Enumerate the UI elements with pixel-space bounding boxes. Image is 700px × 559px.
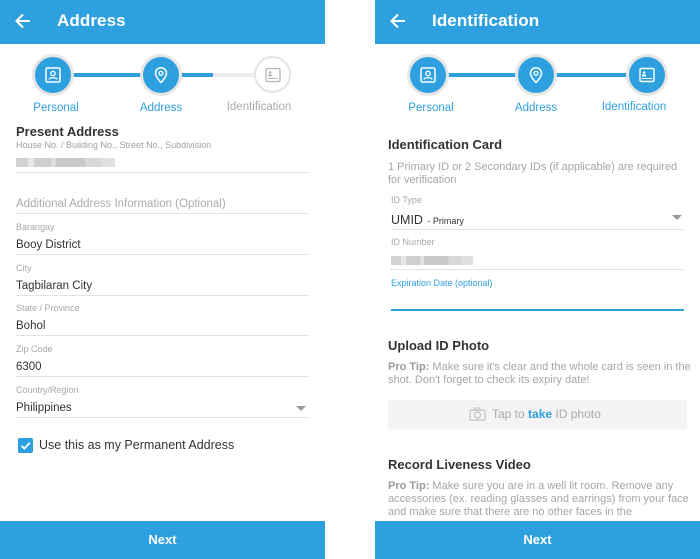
id-type-suffix: - Primary [427, 216, 464, 226]
field-underline [16, 335, 309, 336]
step-label-address: Address [139, 102, 183, 114]
button-text-emphasis: take [528, 407, 553, 421]
step-label-personal: Personal [408, 102, 454, 114]
next-button[interactable]: Next [375, 521, 700, 559]
page-title: Address [57, 11, 126, 30]
step-identification[interactable] [254, 56, 291, 93]
field-underline [391, 229, 684, 230]
step-address[interactable] [518, 57, 554, 93]
additional-address-input[interactable]: Additional Address Information (Optional… [16, 198, 226, 210]
step-identification[interactable] [629, 57, 665, 93]
next-button[interactable]: Next [0, 521, 325, 559]
permanent-address-checkbox[interactable] [18, 438, 33, 453]
zip-code-label: Zip Code [16, 344, 53, 354]
province-input[interactable]: Bohol [16, 320, 45, 332]
house-address-field[interactable] [16, 150, 309, 174]
field-underline [16, 254, 309, 255]
liveness-tip: Pro Tip: Make sure you are in a well lit… [388, 480, 693, 519]
location-pin-icon [154, 67, 168, 84]
field-underline [391, 269, 684, 270]
id-number-label: ID Number [391, 237, 435, 247]
id-type-value: UMID [391, 213, 423, 227]
page-title: Identification [432, 11, 540, 30]
identification-screen: Identification Personal Address Identifi… [375, 0, 700, 559]
step-address[interactable] [143, 57, 179, 93]
upload-tip-text: Make sure it's clear and the whole card … [388, 361, 691, 386]
button-text-post: ID photo [552, 407, 601, 421]
checkmark-icon [20, 442, 31, 450]
chevron-down-icon[interactable] [296, 406, 306, 411]
expiration-date-input[interactable] [391, 290, 684, 310]
step-label-address: Address [514, 102, 558, 114]
location-pin-icon [529, 67, 543, 84]
step-connector [70, 73, 152, 77]
progress-stepper: Personal Address Identification [375, 44, 700, 120]
take-id-photo-label: Tap to take ID photo [492, 407, 601, 421]
camera-icon [469, 407, 486, 421]
redacted-value [391, 256, 473, 265]
app-bar: Address [0, 0, 325, 44]
step-label-identification: Identification [601, 101, 667, 113]
redacted-value [16, 158, 115, 167]
app-bar: Identification [375, 0, 700, 44]
chevron-down-icon[interactable] [672, 215, 682, 220]
id-badge-icon [45, 67, 61, 83]
expiration-date-label: Expiration Date (optional) [391, 278, 493, 288]
arrow-left-icon[interactable] [14, 10, 32, 32]
upload-tip: Pro Tip: Make sure it's clear and the wh… [388, 361, 693, 387]
field-underline [16, 213, 309, 214]
barangay-input[interactable]: Booy District [16, 239, 81, 251]
id-type-label: ID Type [391, 195, 422, 205]
country-select[interactable]: Philippines [16, 402, 72, 414]
step-label-identification: Identification [226, 101, 292, 113]
province-label: State / Province [16, 303, 80, 313]
house-hint: House No. / Building No., Street No., Su… [16, 140, 212, 150]
liveness-tip-text: Make sure you are in a well lit room. Re… [388, 480, 689, 518]
step-connector-progress [176, 73, 213, 77]
field-underline-focused [391, 309, 684, 311]
id-number-input[interactable] [391, 252, 684, 268]
step-connector [445, 73, 527, 77]
section-title-present-address: Present Address [16, 124, 119, 139]
pro-tip-prefix: Pro Tip: [388, 480, 430, 492]
field-underline [16, 172, 309, 173]
city-input[interactable]: Tagbilaran City [16, 280, 92, 292]
barangay-label: Barangay [16, 222, 55, 232]
section-title-upload-id-photo: Upload ID Photo [388, 338, 490, 353]
progress-stepper: Personal Address Identification [0, 44, 325, 120]
field-underline [16, 376, 309, 377]
arrow-left-icon[interactable] [389, 10, 407, 32]
pro-tip-prefix: Pro Tip: [388, 361, 430, 373]
step-personal[interactable] [35, 57, 71, 93]
field-underline [16, 417, 309, 418]
id-type-select[interactable]: UMID - Primary [391, 211, 684, 229]
step-label-personal: Personal [33, 102, 79, 114]
take-id-photo-button[interactable]: Tap to take ID photo [388, 400, 687, 429]
id-card-icon [265, 67, 281, 83]
zip-code-input[interactable]: 6300 [16, 361, 42, 373]
city-label: City [16, 263, 32, 273]
id-card-description: 1 Primary ID or 2 Secondary IDs (if appl… [388, 161, 678, 186]
step-connector [551, 73, 633, 77]
permanent-address-label: Use this as my Permanent Address [39, 438, 235, 452]
field-underline [16, 295, 309, 296]
id-badge-icon [420, 67, 436, 83]
id-card-icon [639, 67, 655, 83]
section-title-record-liveness: Record Liveness Video [388, 457, 531, 472]
button-text-pre: Tap to [492, 407, 529, 421]
address-screen: Address Personal Address Identification … [0, 0, 325, 559]
section-title-identification-card: Identification Card [388, 137, 503, 152]
step-personal[interactable] [410, 57, 446, 93]
country-label: Country/Region [16, 385, 79, 395]
